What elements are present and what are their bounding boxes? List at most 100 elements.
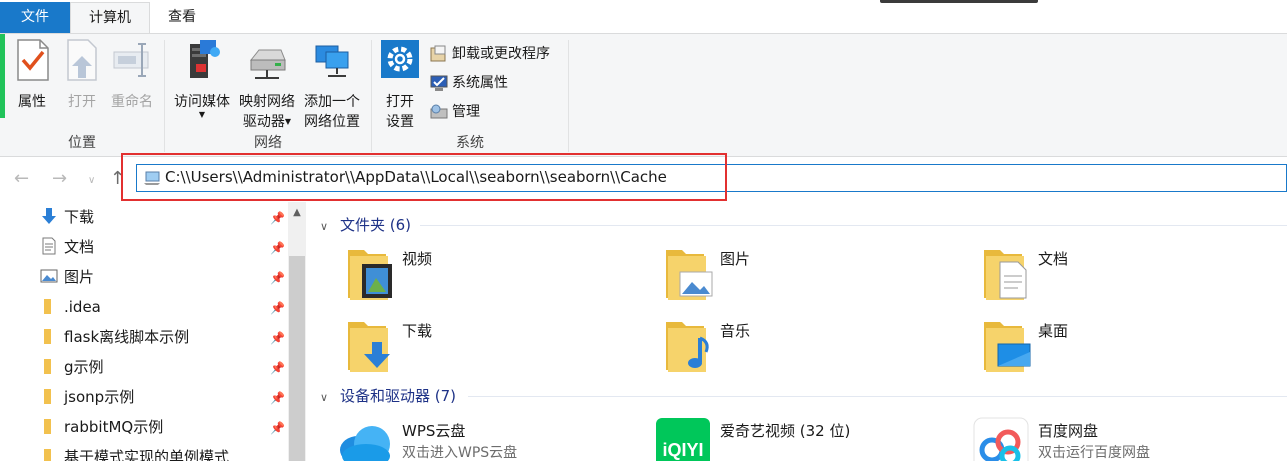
section-divider bbox=[420, 225, 1287, 226]
open-settings-button[interactable]: 打开 设置 bbox=[378, 38, 422, 132]
up-arrow-icon[interactable]: ↑ bbox=[110, 168, 125, 190]
settings-gear-icon bbox=[381, 40, 419, 78]
uninstall-icon bbox=[430, 45, 446, 62]
folder-label: 音乐 bbox=[720, 322, 751, 340]
folder-label: 视频 bbox=[402, 250, 433, 268]
folder-item-desktop[interactable]: 桌面 bbox=[982, 314, 1282, 378]
navigation-pane: 下载 📌 文档 📌 图片 📌 .idea 📌 flask离线脚本示例 📌 g示例… bbox=[0, 202, 308, 461]
folder-item-videos[interactable]: 视频 bbox=[346, 242, 646, 306]
folder-label: 桌面 bbox=[1038, 322, 1069, 340]
properties-button[interactable]: 属性 bbox=[10, 38, 54, 112]
pin-icon[interactable]: 📌 bbox=[270, 360, 285, 376]
system-properties-icon bbox=[430, 75, 448, 91]
nav-item-folder[interactable]: g示例 bbox=[40, 352, 290, 382]
download-arrow-icon bbox=[42, 208, 56, 224]
ribbon-group-location: 属性 打开 重命名 位置 bbox=[0, 34, 164, 156]
folder-label: 图片 bbox=[720, 250, 751, 268]
folders-section-header[interactable]: ∨ 文件夹 (6) bbox=[320, 214, 411, 235]
address-path[interactable]: C:\\Users\\Administrator\\AppData\\Local… bbox=[165, 168, 667, 186]
nav-item-label: jsonp示例 bbox=[64, 388, 135, 406]
nav-item-folder[interactable]: flask离线脚本示例 bbox=[40, 322, 290, 352]
recent-locations-chevron-icon[interactable]: ∨ bbox=[88, 170, 95, 192]
map-network-drive-button[interactable]: 映射网络 驱动器▼ bbox=[235, 38, 299, 132]
nav-item-folder[interactable]: jsonp示例 bbox=[40, 382, 290, 412]
folder-icon bbox=[44, 449, 51, 461]
scroll-thumb[interactable] bbox=[289, 256, 305, 461]
uninstall-program-button[interactable]: 卸载或更改程序 bbox=[430, 42, 550, 66]
nav-scrollbar[interactable]: ▲ bbox=[288, 202, 306, 461]
pin-icon[interactable]: 📌 bbox=[270, 240, 285, 256]
devices-section-header[interactable]: ∨ 设备和驱动器 (7) bbox=[320, 385, 456, 406]
add-network-location-button[interactable]: 添加一个 网络位置 bbox=[299, 38, 365, 132]
nav-item-documents[interactable]: 文档 bbox=[40, 232, 290, 262]
rename-button[interactable]: 重命名 bbox=[106, 38, 158, 112]
manage-icon bbox=[430, 104, 448, 119]
manage-button[interactable]: 管理 bbox=[430, 100, 480, 124]
access-media-button[interactable]: 访问媒体 ▼ bbox=[169, 38, 235, 119]
desktop-folder-icon bbox=[984, 322, 1031, 372]
nav-item-folder[interactable]: 基于模式实现的单例模式 bbox=[40, 442, 290, 461]
nav-item-pictures[interactable]: 图片 bbox=[40, 262, 290, 292]
device-item-iqiyi[interactable]: iQIYI 爱奇艺视频 (32 位) bbox=[654, 416, 964, 461]
device-name: 百度网盘 bbox=[1038, 422, 1099, 440]
pin-icon[interactable]: 📌 bbox=[270, 270, 285, 286]
network-location-icon bbox=[315, 45, 349, 77]
nav-item-folder[interactable]: .idea bbox=[40, 292, 290, 322]
pin-icon[interactable]: 📌 bbox=[270, 390, 285, 406]
green-accent-bar bbox=[0, 34, 5, 118]
folder-item-documents[interactable]: 文档 bbox=[982, 242, 1282, 306]
add-location-label-2: 网络位置 bbox=[304, 114, 360, 130]
open-settings-label-1: 打开 bbox=[386, 94, 414, 110]
open-settings-label-2: 设置 bbox=[386, 114, 414, 130]
nav-item-label: g示例 bbox=[64, 358, 104, 376]
rename-label: 重命名 bbox=[111, 94, 153, 110]
nav-item-label: rabbitMQ示例 bbox=[64, 418, 164, 436]
pin-icon[interactable]: 📌 bbox=[270, 300, 285, 316]
pictures-folder-icon bbox=[666, 250, 713, 300]
window-edge bbox=[880, 0, 1038, 3]
system-properties-button[interactable]: 系统属性 bbox=[430, 71, 508, 95]
map-drive-label-2: 驱动器▼ bbox=[242, 114, 292, 130]
nav-item-label: 文档 bbox=[64, 238, 95, 256]
iqiyi-icon: iQIYI bbox=[656, 418, 710, 461]
back-arrow-icon[interactable]: ← bbox=[14, 168, 29, 190]
nav-item-downloads[interactable]: 下载 bbox=[40, 202, 290, 232]
computer-icon bbox=[144, 171, 160, 185]
section-divider bbox=[468, 396, 1287, 397]
nav-item-folder[interactable]: rabbitMQ示例 bbox=[40, 412, 290, 442]
folders-header-label: 文件夹 (6) bbox=[340, 216, 412, 234]
device-item-wps-cloud[interactable]: WPS云盘 双击进入WPS云盘 bbox=[336, 416, 646, 461]
location-group-title: 位置 bbox=[68, 135, 96, 151]
open-icon bbox=[67, 39, 97, 81]
device-name: WPS云盘 bbox=[402, 422, 466, 440]
tab-file[interactable]: 文件 bbox=[0, 2, 70, 33]
tab-computer[interactable]: 计算机 bbox=[70, 2, 150, 34]
folder-icon bbox=[44, 329, 51, 344]
folder-item-downloads[interactable]: 下载 bbox=[346, 314, 646, 378]
forward-arrow-icon[interactable]: → bbox=[52, 168, 67, 190]
group-divider bbox=[568, 40, 569, 152]
pin-icon[interactable]: 📌 bbox=[270, 330, 285, 346]
tab-view[interactable]: 查看 bbox=[150, 2, 214, 33]
folder-item-pictures[interactable]: 图片 bbox=[664, 242, 964, 306]
open-button[interactable]: 打开 bbox=[62, 38, 102, 112]
chevron-down-icon: ▼ bbox=[198, 110, 206, 119]
scroll-up-icon[interactable]: ▲ bbox=[288, 204, 306, 222]
device-item-baidu-netdisk[interactable]: 百度网盘 双击运行百度网盘 bbox=[972, 416, 1282, 461]
access-media-label: 访问媒体 bbox=[174, 94, 230, 110]
folder-icon bbox=[44, 389, 51, 404]
folder-icon bbox=[44, 419, 51, 434]
uninstall-label: 卸载或更改程序 bbox=[452, 46, 550, 62]
nav-item-label: 基于模式实现的单例模式 bbox=[64, 448, 230, 461]
downloads-folder-icon bbox=[348, 322, 390, 372]
pin-icon[interactable]: 📌 bbox=[270, 210, 285, 226]
device-subtitle: 双击运行百度网盘 bbox=[1038, 445, 1150, 461]
add-location-label-1: 添加一个 bbox=[304, 94, 360, 110]
wps-cloud-icon bbox=[340, 426, 390, 461]
folder-item-music[interactable]: 音乐 bbox=[664, 314, 964, 378]
devices-header-label: 设备和驱动器 (7) bbox=[340, 387, 457, 405]
pin-icon[interactable]: 📌 bbox=[270, 420, 285, 436]
chevron-down-icon: ▼ bbox=[284, 117, 292, 126]
address-bar[interactable]: C:\\Users\\Administrator\\AppData\\Local… bbox=[136, 164, 1287, 192]
folder-label: 文档 bbox=[1038, 250, 1069, 268]
